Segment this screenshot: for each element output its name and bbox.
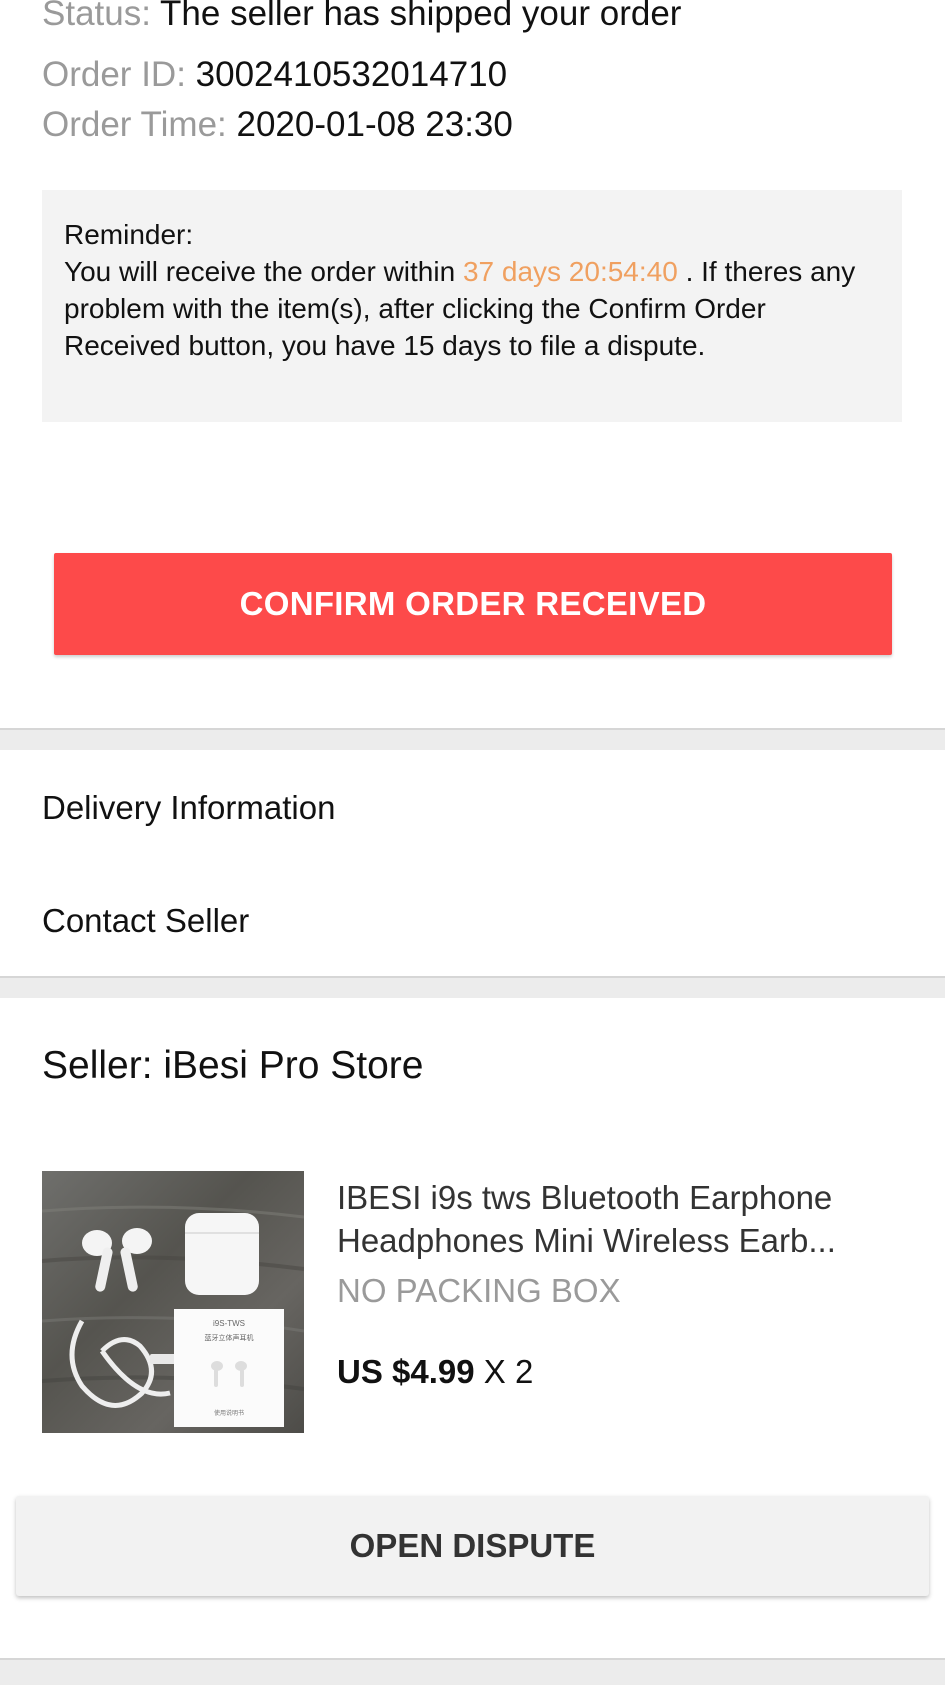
- earbuds-product-photo[interactable]: i9S-TWS 蓝牙立体声耳机 使用说明书: [42, 1171, 304, 1433]
- order-summary-section: Status: The seller has shipped your orde…: [0, 0, 945, 728]
- section-divider: [0, 976, 945, 998]
- confirm-order-received-button[interactable]: CONFIRM ORDER RECEIVED: [54, 553, 892, 655]
- reminder-text-before: You will receive the order within: [64, 256, 463, 287]
- order-time-row: Order Time: 2020-01-08 23:30: [42, 105, 513, 145]
- order-id-label: Order ID:: [42, 55, 186, 94]
- order-time-value: 2020-01-08 23:30: [236, 105, 513, 144]
- manual-label-title: 蓝牙立体声耳机: [205, 1333, 254, 1342]
- order-status-label: Status:: [42, 0, 151, 33]
- reminder-box: Reminder: You will receive the order wit…: [42, 190, 902, 422]
- product-price: US $4.99: [337, 1353, 475, 1390]
- section-divider: [0, 728, 945, 750]
- product-variant: NO PACKING BOX: [337, 1272, 621, 1309]
- section-divider: [0, 1658, 945, 1685]
- open-dispute-button[interactable]: OPEN DISPUTE: [16, 1496, 929, 1596]
- seller-product-section: Seller: iBesi Pro Store i9S-TWS 蓝牙立体声耳机: [0, 998, 945, 1658]
- order-links-section: Delivery Information Contact Seller: [0, 750, 945, 976]
- manual-label-footer: 使用说明书: [214, 1409, 244, 1417]
- product-title[interactable]: IBESI i9s tws Bluetooth Earphone Headpho…: [337, 1176, 897, 1262]
- order-status-row: Status: The seller has shipped your orde…: [42, 0, 681, 34]
- product-title-line-2: Headphones Mini Wireless Earb...: [337, 1222, 836, 1259]
- manual-label-model: i9S-TWS: [213, 1319, 245, 1328]
- product-title-line-1: IBESI i9s tws Bluetooth Earphone: [337, 1179, 833, 1216]
- reminder-body: You will receive the order within 37 day…: [64, 253, 880, 364]
- product-quantity: X 2: [483, 1353, 534, 1390]
- order-id-row: Order ID: 3002410532014710: [42, 55, 507, 95]
- seller-name: Seller: iBesi Pro Store: [42, 1044, 424, 1087]
- reminder-countdown: 37 days 20:54:40: [462, 256, 678, 287]
- contact-seller-link[interactable]: Contact Seller: [42, 901, 249, 941]
- order-id-value: 3002410532014710: [195, 55, 508, 94]
- product-price-row: US $4.99 X 2: [337, 1352, 533, 1392]
- order-status-value: The seller has shipped your order: [160, 0, 682, 33]
- order-time-label: Order Time:: [42, 105, 227, 144]
- reminder-heading: Reminder:: [64, 219, 194, 250]
- delivery-information-link[interactable]: Delivery Information: [42, 788, 335, 828]
